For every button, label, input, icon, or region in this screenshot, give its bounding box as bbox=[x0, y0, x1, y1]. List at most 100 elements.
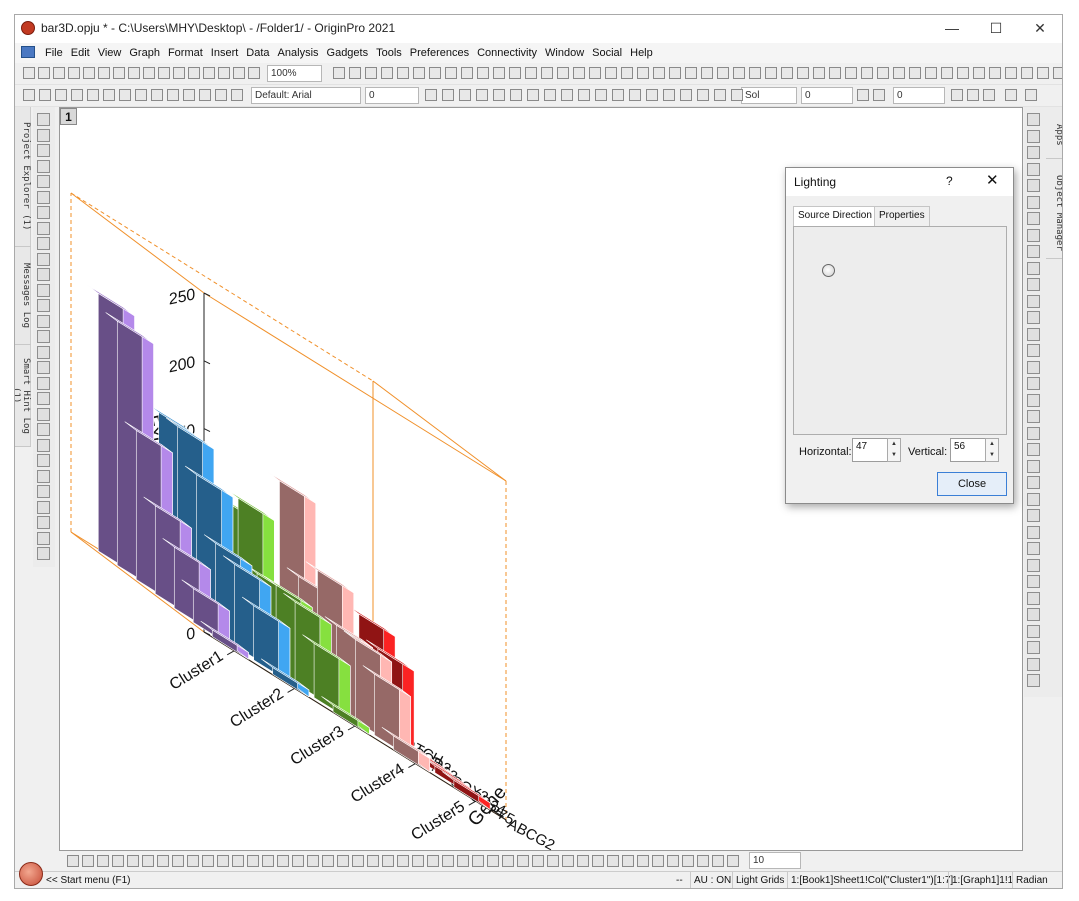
graph-tool-551-icon[interactable] bbox=[1027, 657, 1040, 671]
graph-tool-369-icon[interactable] bbox=[1027, 476, 1040, 489]
plot-tool-503-icon[interactable] bbox=[562, 855, 574, 867]
plot-tool-83-icon[interactable] bbox=[142, 855, 154, 867]
draw-tool-363-icon[interactable] bbox=[37, 469, 50, 483]
menu-preferences[interactable]: Preferences bbox=[406, 43, 473, 63]
std-tool-14-icon[interactable] bbox=[233, 67, 245, 79]
std-tool-56-icon[interactable] bbox=[973, 67, 985, 79]
plot-tool-428-icon[interactable] bbox=[487, 855, 499, 867]
std-tool-25-icon[interactable] bbox=[477, 67, 489, 79]
plot-tool-278-icon[interactable] bbox=[337, 855, 349, 867]
plot-tool-338-icon[interactable] bbox=[397, 855, 409, 867]
std-tool-34-icon[interactable] bbox=[621, 67, 633, 79]
fmt-tool-3-icon[interactable] bbox=[71, 89, 83, 101]
std-tool-55-icon[interactable] bbox=[957, 67, 969, 79]
std-tool-41-icon[interactable] bbox=[733, 67, 745, 79]
graph-tool-567-icon[interactable] bbox=[1027, 674, 1040, 687]
draw-tool-440-icon[interactable] bbox=[37, 547, 50, 560]
plot-tool-308-icon[interactable] bbox=[367, 855, 379, 867]
fmt-tool-20-icon[interactable] bbox=[527, 89, 539, 101]
fmt-tool-39-icon[interactable] bbox=[1025, 89, 1037, 101]
fmt-tool-31-icon[interactable] bbox=[714, 89, 726, 101]
std-tool-1-icon[interactable] bbox=[38, 67, 50, 79]
graph-tool-188-icon[interactable] bbox=[1027, 294, 1040, 308]
graph-tool-468-icon[interactable] bbox=[1027, 575, 1040, 588]
plot-tool-533-icon[interactable] bbox=[592, 855, 604, 867]
std-tool-2-icon[interactable] bbox=[53, 67, 65, 79]
plot-tool-593-icon[interactable] bbox=[652, 855, 664, 867]
std-tool-43-icon[interactable] bbox=[765, 67, 777, 79]
std-tool-53-icon[interactable] bbox=[925, 67, 937, 79]
std-tool-29-icon[interactable] bbox=[541, 67, 553, 79]
graph-tool-518-icon[interactable] bbox=[1027, 624, 1040, 638]
std-tool-61-icon[interactable] bbox=[1053, 67, 1062, 79]
draw-tool-115-icon[interactable] bbox=[37, 221, 50, 235]
draw-tool-347-icon[interactable] bbox=[37, 454, 50, 467]
plot-tool-473-icon[interactable] bbox=[532, 855, 544, 867]
fmt-tool-8-icon[interactable] bbox=[151, 89, 163, 101]
graph-tool-221-icon[interactable] bbox=[1027, 327, 1040, 341]
menu-edit[interactable]: Edit bbox=[67, 43, 94, 63]
draw-tool-177-icon[interactable] bbox=[37, 283, 50, 297]
std-tool-45-icon[interactable] bbox=[797, 67, 809, 79]
maximize-button[interactable]: ☐ bbox=[974, 17, 1018, 39]
plot-tool-8-icon[interactable] bbox=[67, 855, 79, 867]
plot-tool-653-icon[interactable] bbox=[712, 855, 724, 867]
draw-tool-394-icon[interactable] bbox=[37, 500, 50, 514]
std-tool-9-icon[interactable] bbox=[158, 67, 170, 79]
fill-combo[interactable]: 0 bbox=[893, 87, 945, 104]
graph-tool-6-icon[interactable] bbox=[1027, 113, 1040, 126]
graph-tool-336-icon[interactable] bbox=[1027, 443, 1040, 456]
horizontal-input[interactable]: 47 bbox=[852, 438, 890, 462]
graph-tool-419-icon[interactable] bbox=[1027, 525, 1040, 539]
tab-project-explorer[interactable]: Project Explorer (1) bbox=[15, 107, 31, 247]
fmt-tool-24-icon[interactable] bbox=[595, 89, 607, 101]
graph-tool-270-icon[interactable] bbox=[1027, 377, 1040, 390]
fmt-tool-29-icon[interactable] bbox=[680, 89, 692, 101]
plot-tool-143-icon[interactable] bbox=[202, 855, 214, 867]
tab-messages-log[interactable]: Messages Log bbox=[15, 247, 31, 345]
plot-tool-38-icon[interactable] bbox=[97, 855, 109, 867]
draw-tool-425-icon[interactable] bbox=[37, 531, 50, 545]
draw-tool-161-icon[interactable] bbox=[37, 268, 50, 281]
draw-tool-192-icon[interactable] bbox=[37, 299, 50, 312]
draw-tool-130-icon[interactable] bbox=[37, 237, 50, 250]
line-width-combo[interactable]: 0 bbox=[801, 87, 853, 104]
plot-tool-113-icon[interactable] bbox=[172, 855, 184, 867]
draw-tool-6-icon[interactable] bbox=[37, 113, 50, 126]
plot-tool-518-icon[interactable] bbox=[577, 855, 589, 867]
plot-tool-158-icon[interactable] bbox=[217, 855, 229, 867]
fmt-tool-19-icon[interactable] bbox=[510, 89, 522, 101]
graph-tool-122-icon[interactable] bbox=[1027, 228, 1040, 242]
graph-tool-485-icon[interactable] bbox=[1027, 591, 1040, 605]
draw-tool-22-icon[interactable] bbox=[37, 128, 50, 142]
std-tool-32-icon[interactable] bbox=[589, 67, 601, 79]
draw-tool-332-icon[interactable] bbox=[37, 438, 50, 452]
plot-tool-608-icon[interactable] bbox=[667, 855, 679, 867]
fmt-tool-9-icon[interactable] bbox=[167, 89, 179, 101]
fmt-tool-7-icon[interactable] bbox=[135, 89, 147, 101]
fmt-tool-10-icon[interactable] bbox=[183, 89, 195, 101]
graph-tool-303-icon[interactable] bbox=[1027, 410, 1040, 423]
draw-tool-239-icon[interactable] bbox=[37, 345, 50, 359]
graph-tool-171-icon[interactable] bbox=[1027, 278, 1040, 291]
fmt-tool-25-icon[interactable] bbox=[612, 89, 624, 101]
std-tool-8-icon[interactable] bbox=[143, 67, 155, 79]
fmt-tool-11-icon[interactable] bbox=[199, 89, 211, 101]
std-tool-27-icon[interactable] bbox=[509, 67, 521, 79]
menu-view[interactable]: View bbox=[94, 43, 126, 63]
tab-object-manager[interactable]: Object Manager bbox=[1046, 167, 1062, 259]
fmt-tool-15-icon[interactable] bbox=[442, 89, 454, 101]
dialog-close-icon[interactable]: ✕ bbox=[986, 171, 999, 189]
plot-tool-293-icon[interactable] bbox=[352, 855, 364, 867]
std-tool-33-icon[interactable] bbox=[605, 67, 617, 79]
fmt-tool-13-icon[interactable] bbox=[231, 89, 243, 101]
std-tool-18-icon[interactable] bbox=[365, 67, 377, 79]
fmt-tool-33-icon[interactable] bbox=[857, 89, 869, 101]
draw-tool-37-icon[interactable] bbox=[37, 144, 50, 157]
std-tool-58-icon[interactable] bbox=[1005, 67, 1017, 79]
plot-tool-68-icon[interactable] bbox=[127, 855, 139, 867]
graph-tool-89-icon[interactable] bbox=[1027, 195, 1040, 209]
fmt-tool-6-icon[interactable] bbox=[119, 89, 131, 101]
plot-tool-398-icon[interactable] bbox=[457, 855, 469, 867]
menu-insert[interactable]: Insert bbox=[207, 43, 243, 63]
